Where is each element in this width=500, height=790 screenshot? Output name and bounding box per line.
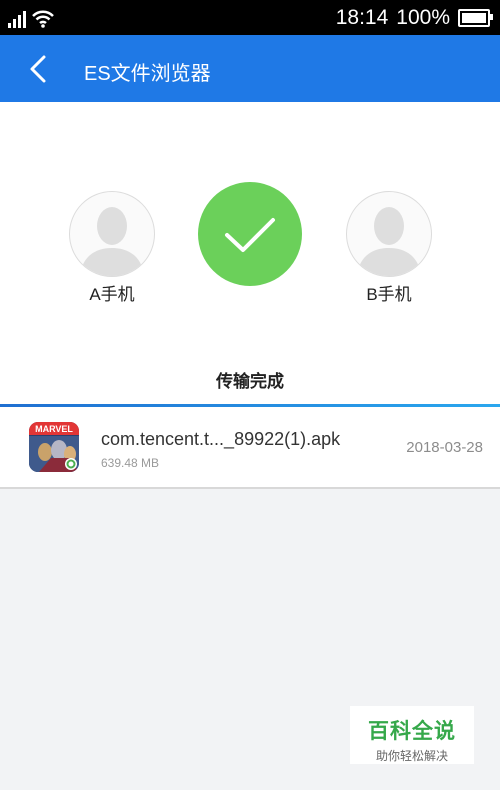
transfer-complete-indicator <box>198 182 302 286</box>
chevron-left-icon <box>30 55 46 83</box>
person-icon <box>357 207 421 276</box>
app-title: ES文件浏览器 <box>84 63 211 85</box>
receiver-avatar <box>346 191 432 277</box>
transfer-panel: A手机 B手机 传输完成 <box>0 102 500 404</box>
signal-icon <box>8 10 26 28</box>
app-bar: ES文件浏览器 <box>0 35 500 102</box>
status-bar: 18:14 100% <box>0 0 500 35</box>
file-size: 639.48 MB <box>101 456 160 470</box>
file-name: com.tencent.t..._89922(1).apk <box>101 429 341 449</box>
receiver-label: B手机 <box>366 285 412 304</box>
marvel-text: MARVEL <box>35 424 73 434</box>
sender-avatar <box>69 191 155 277</box>
sender-label: A手机 <box>89 285 135 304</box>
wifi-icon <box>32 10 54 28</box>
checkmark-icon <box>225 218 275 252</box>
status-right: 18:14 100% <box>335 4 493 32</box>
list-item[interactable]: MARVEL com.tencent.t..._89922(1).apk 639… <box>0 407 500 489</box>
person-icon <box>80 207 144 276</box>
back-button[interactable] <box>22 49 62 89</box>
battery-icon <box>458 9 493 27</box>
battery-percent: 100% <box>396 6 450 29</box>
file-date: 2018-03-28 <box>406 439 483 456</box>
watermark-subtitle: 助你轻松解决 <box>375 749 448 763</box>
status-left-icons <box>8 8 54 28</box>
clock: 18:14 <box>335 6 389 29</box>
app-icon: MARVEL <box>29 422 79 472</box>
sender-device[interactable]: A手机 <box>69 191 155 305</box>
receiver-device[interactable]: B手机 <box>346 191 432 305</box>
transfer-status: 传输完成 <box>216 372 284 391</box>
watermark-title: 百科全说 <box>368 720 456 743</box>
watermark-logo: 百科全说 助你轻松解决 <box>350 706 474 764</box>
